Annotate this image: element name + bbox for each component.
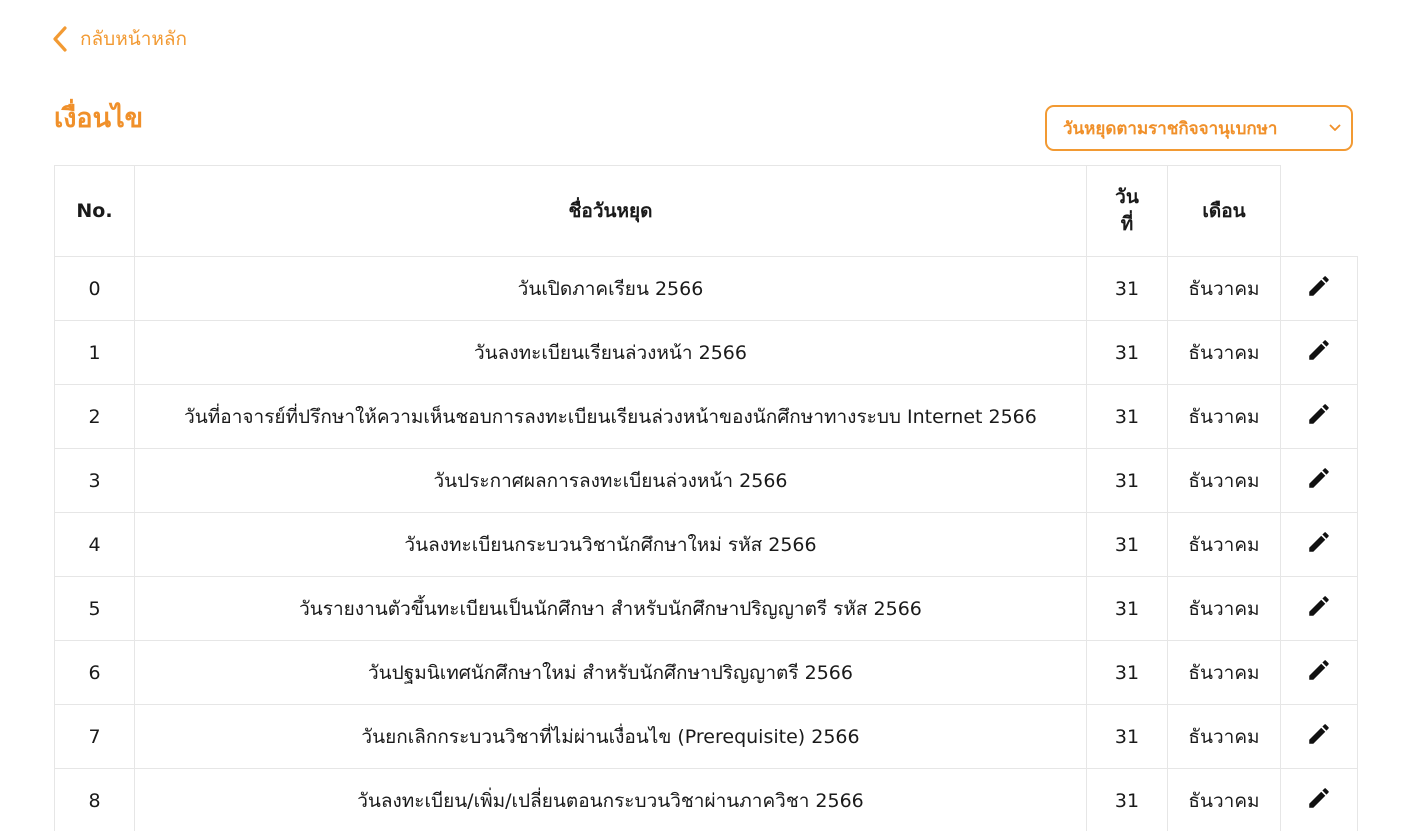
cell-month: ธันวาคม <box>1167 640 1281 705</box>
cell-holiday-name: วันยกเลิกกระบวนวิชาที่ไม่ผ่านเงื่อนไข (P… <box>134 704 1087 769</box>
table-row: 7 วันยกเลิกกระบวนวิชาที่ไม่ผ่านเงื่อนไข … <box>54 704 1358 769</box>
cell-month: ธันวาคม <box>1167 768 1281 831</box>
cell-actions <box>1280 384 1358 449</box>
table-row: 4 วันลงทะเบียนกระบวนวิชานักศึกษาใหม่ รหั… <box>54 512 1358 577</box>
cell-day: 31 <box>1086 448 1168 513</box>
holiday-type-selected-value: วันหยุดตามราชกิจจานุเบกษา <box>1063 118 1278 139</box>
table-header-row: No. ชื่อวันหยุด วันที่ เดือน <box>54 165 1358 257</box>
chevron-left-icon <box>52 26 68 52</box>
holiday-type-select[interactable]: วันหยุดตามราชกิจจานุเบกษา <box>1045 105 1353 151</box>
column-header-actions <box>1280 165 1358 257</box>
table-row: 0 วันเปิดภาคเรียน 2566 31 ธันวาคม <box>54 256 1358 321</box>
cell-holiday-name: วันลงทะเบียนกระบวนวิชานักศึกษาใหม่ รหัส … <box>134 512 1087 577</box>
cell-holiday-name: วันลงทะเบียนเรียนล่วงหน้า 2566 <box>134 320 1087 385</box>
cell-actions <box>1280 320 1358 385</box>
cell-day: 31 <box>1086 768 1168 831</box>
cell-day: 31 <box>1086 576 1168 641</box>
edit-button[interactable] <box>1302 720 1336 754</box>
holiday-conditions-page: กลับหน้าหลัก เงื่อนไข วันหยุดตามราชกิจจา… <box>0 0 1415 831</box>
cell-no: 5 <box>54 576 135 641</box>
cell-day: 31 <box>1086 384 1168 449</box>
cell-actions <box>1280 448 1358 513</box>
table-row: 2 วันที่อาจารย์ที่ปรึกษาให้ความเห็นชอบกา… <box>54 384 1358 449</box>
cell-day: 31 <box>1086 512 1168 577</box>
cell-no: 8 <box>54 768 135 831</box>
back-link-label: กลับหน้าหลัก <box>80 28 188 50</box>
cell-holiday-name: วันรายงานตัวขึ้นทะเบียนเป็นนักศึกษา สำหร… <box>134 576 1087 641</box>
pencil-icon <box>1306 785 1332 816</box>
table-row: 8 วันลงทะเบียน/เพิ่ม/เปลี่ยนตอนกระบวนวิช… <box>54 768 1358 831</box>
pencil-icon <box>1306 529 1332 560</box>
cell-month: ธันวาคม <box>1167 256 1281 321</box>
edit-button[interactable] <box>1302 400 1336 434</box>
cell-month: ธันวาคม <box>1167 704 1281 769</box>
edit-button[interactable] <box>1302 592 1336 626</box>
column-header-day: วันที่ <box>1086 165 1168 257</box>
cell-holiday-name: วันลงทะเบียน/เพิ่ม/เปลี่ยนตอนกระบวนวิชาผ… <box>134 768 1087 831</box>
pencil-icon <box>1306 401 1332 432</box>
edit-button[interactable] <box>1302 464 1336 498</box>
cell-actions <box>1280 512 1358 577</box>
cell-month: ธันวาคม <box>1167 384 1281 449</box>
edit-button[interactable] <box>1302 784 1336 818</box>
cell-actions <box>1280 640 1358 705</box>
cell-no: 6 <box>54 640 135 705</box>
cell-no: 0 <box>54 256 135 321</box>
pencil-icon <box>1306 465 1332 496</box>
cell-day: 31 <box>1086 704 1168 769</box>
cell-holiday-name: วันปฐมนิเทศนักศึกษาใหม่ สำหรับนักศึกษาปร… <box>134 640 1087 705</box>
cell-actions <box>1280 256 1358 321</box>
pencil-icon <box>1306 273 1332 304</box>
cell-holiday-name: วันประกาศผลการลงทะเบียนล่วงหน้า 2566 <box>134 448 1087 513</box>
cell-month: ธันวาคม <box>1167 576 1281 641</box>
edit-button[interactable] <box>1302 656 1336 690</box>
cell-month: ธันวาคม <box>1167 320 1281 385</box>
column-header-day-line1: วัน <box>1115 186 1139 208</box>
holiday-table-container: No. ชื่อวันหยุด วันที่ เดือน 0 วันเปิดภา… <box>54 165 1358 831</box>
page-title: เงื่อนไข <box>54 103 144 134</box>
edit-button[interactable] <box>1302 272 1336 306</box>
cell-holiday-name: วันเปิดภาคเรียน 2566 <box>134 256 1087 321</box>
table-row: 6 วันปฐมนิเทศนักศึกษาใหม่ สำหรับนักศึกษา… <box>54 640 1358 705</box>
cell-no: 4 <box>54 512 135 577</box>
edit-button[interactable] <box>1302 528 1336 562</box>
cell-day: 31 <box>1086 320 1168 385</box>
cell-actions <box>1280 704 1358 769</box>
column-header-no: No. <box>54 165 135 257</box>
cell-no: 2 <box>54 384 135 449</box>
cell-no: 1 <box>54 320 135 385</box>
cell-no: 7 <box>54 704 135 769</box>
cell-actions <box>1280 768 1358 831</box>
pencil-icon <box>1306 721 1332 752</box>
edit-button[interactable] <box>1302 336 1336 370</box>
pencil-icon <box>1306 337 1332 368</box>
pencil-icon <box>1306 593 1332 624</box>
cell-no: 3 <box>54 448 135 513</box>
cell-month: ธันวาคม <box>1167 512 1281 577</box>
column-header-month: เดือน <box>1167 165 1281 257</box>
back-to-home-link[interactable]: กลับหน้าหลัก <box>52 24 187 54</box>
column-header-name: ชื่อวันหยุด <box>134 165 1087 257</box>
column-header-day-line2: ที่ <box>1120 213 1134 235</box>
holiday-table: No. ชื่อวันหยุด วันที่ เดือน 0 วันเปิดภา… <box>54 165 1358 831</box>
chevron-down-icon <box>1329 124 1341 132</box>
cell-actions <box>1280 576 1358 641</box>
cell-day: 31 <box>1086 256 1168 321</box>
cell-day: 31 <box>1086 640 1168 705</box>
cell-month: ธันวาคม <box>1167 448 1281 513</box>
table-row: 1 วันลงทะเบียนเรียนล่วงหน้า 2566 31 ธันว… <box>54 320 1358 385</box>
cell-holiday-name: วันที่อาจารย์ที่ปรึกษาให้ความเห็นชอบการล… <box>134 384 1087 449</box>
pencil-icon <box>1306 657 1332 688</box>
table-row: 3 วันประกาศผลการลงทะเบียนล่วงหน้า 2566 3… <box>54 448 1358 513</box>
table-row: 5 วันรายงานตัวขึ้นทะเบียนเป็นนักศึกษา สำ… <box>54 576 1358 641</box>
